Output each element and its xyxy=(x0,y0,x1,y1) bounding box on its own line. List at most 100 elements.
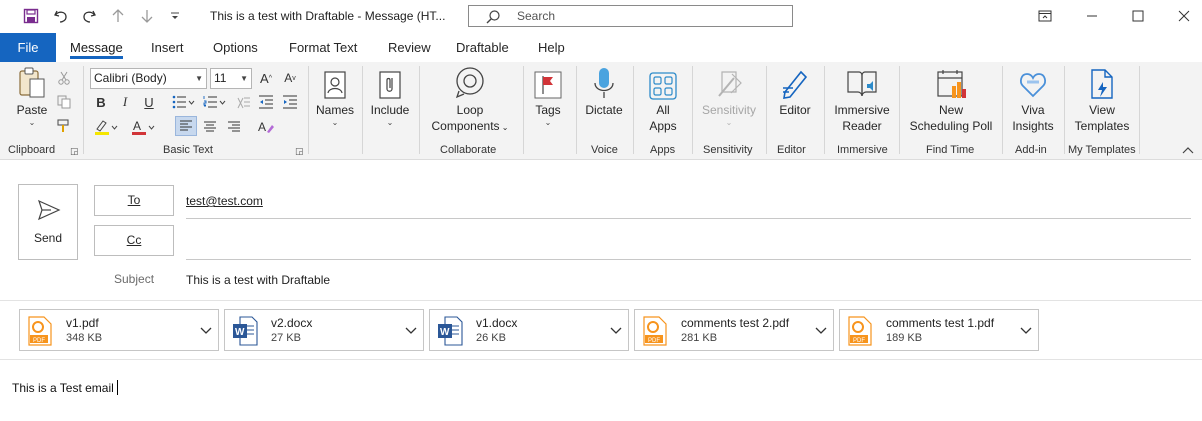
new-scheduling-poll-button[interactable]: New Scheduling Poll xyxy=(905,66,997,134)
tab-format-text[interactable]: Format Text xyxy=(289,33,357,62)
grow-font-icon[interactable]: A ^ xyxy=(256,68,276,88)
bullets-icon[interactable] xyxy=(170,92,198,112)
svg-text:A: A xyxy=(133,119,141,133)
attachment-size: 281 KB xyxy=(681,332,718,344)
loop-components-button[interactable]: Loop Components ⌄ xyxy=(424,66,516,136)
restore-icon[interactable] xyxy=(1030,5,1060,27)
window-title: This is a test with Draftable - Message … xyxy=(210,9,446,23)
numbering-icon[interactable] xyxy=(201,92,229,112)
tab-insert[interactable]: Insert xyxy=(151,33,184,62)
editor-button[interactable]: Editor xyxy=(772,66,818,118)
copy-icon[interactable] xyxy=(55,92,73,112)
send-icon xyxy=(37,199,61,224)
attachment-item[interactable]: W v1.docx 26 KB xyxy=(429,309,629,351)
include-button[interactable]: Include ⌄ xyxy=(367,66,413,128)
dictate-button[interactable]: Dictate xyxy=(581,66,627,118)
collapse-ribbon-icon[interactable] xyxy=(1182,146,1194,157)
to-button[interactable]: To xyxy=(94,185,174,216)
chevron-down-icon: ⌄ xyxy=(28,118,36,127)
format-painter-icon[interactable] xyxy=(55,116,73,136)
attachment-item[interactable]: PDF comments test 2.pdf 281 KB xyxy=(634,309,834,351)
save-icon[interactable] xyxy=(20,5,42,27)
font-size-select[interactable]: 11 ▼ xyxy=(210,68,252,89)
editor-group-label: Editor xyxy=(777,144,806,156)
align-right-icon[interactable] xyxy=(224,117,244,137)
voice-group-label: Voice xyxy=(591,144,618,156)
shrink-font-icon[interactable]: Av xyxy=(280,68,300,88)
chevron-down-icon[interactable] xyxy=(1020,324,1032,338)
include-label: Include xyxy=(370,103,410,117)
chevron-down-icon[interactable] xyxy=(200,324,212,338)
attachment-item[interactable]: PDF comments test 1.pdf 189 KB xyxy=(839,309,1039,351)
attachment-name: v1.pdf xyxy=(66,316,99,330)
dictate-label: Dictate xyxy=(585,103,623,117)
chevron-down-icon: ⌄ xyxy=(544,118,552,127)
decrease-indent-icon[interactable] xyxy=(256,92,276,112)
styles-icon[interactable]: A xyxy=(255,117,277,137)
viva-insights-icon xyxy=(1008,66,1058,100)
sensitivity-button[interactable]: Sensitivity ⌄ xyxy=(697,66,761,128)
chevron-down-icon: ⌄ xyxy=(725,118,733,127)
search-input[interactable]: Search xyxy=(468,5,793,27)
word-file-icon: W xyxy=(438,316,463,346)
font-name-select[interactable]: Calibri (Body) ▼ xyxy=(90,68,207,89)
tab-file[interactable]: File xyxy=(0,33,56,62)
viva-insights-button[interactable]: Viva Insights xyxy=(1008,66,1058,134)
subject-input[interactable]: This is a test with Draftable xyxy=(186,273,330,287)
cut-icon[interactable] xyxy=(55,68,73,88)
search-placeholder: Search xyxy=(517,9,556,23)
immersive-reader-icon xyxy=(830,66,894,100)
cc-button[interactable]: Cc xyxy=(94,225,174,256)
up-arrow-icon[interactable] xyxy=(108,5,128,27)
attachment-name: v1.docx xyxy=(476,316,518,330)
font-color-icon[interactable]: A xyxy=(128,117,158,137)
view-templates-button[interactable]: View Templates xyxy=(1070,66,1134,134)
customize-icon[interactable] xyxy=(166,5,184,27)
chevron-down-icon[interactable] xyxy=(815,324,827,338)
bold-icon[interactable]: B xyxy=(91,92,111,112)
new-scheduling-poll-label-2: Scheduling Poll xyxy=(909,119,993,133)
tab-draftable[interactable]: Draftable xyxy=(456,33,509,62)
pdf-file-icon: PDF xyxy=(643,316,667,346)
down-arrow-icon[interactable] xyxy=(137,5,157,27)
close-icon[interactable] xyxy=(1169,5,1199,27)
minimize-icon[interactable] xyxy=(1077,5,1107,27)
immersive-reader-button[interactable]: Immersive Reader xyxy=(830,66,894,134)
underline-icon[interactable]: U xyxy=(139,92,159,112)
tags-button[interactable]: Tags ⌄ xyxy=(528,66,568,128)
undo-icon[interactable] xyxy=(50,5,72,27)
tab-options[interactable]: Options xyxy=(213,33,258,62)
highlight-icon[interactable] xyxy=(91,117,121,137)
italic-icon[interactable]: I xyxy=(115,92,135,112)
basic-text-launcher-icon[interactable]: ◲ xyxy=(295,146,304,157)
names-button[interactable]: Names ⌄ xyxy=(313,66,357,128)
tags-label: Tags xyxy=(535,103,561,117)
redo-icon[interactable] xyxy=(78,5,100,27)
send-button[interactable]: Send xyxy=(18,184,78,260)
to-recipient[interactable]: test@test.com xyxy=(186,194,263,208)
address-book-icon xyxy=(313,66,357,100)
clear-formatting-icon[interactable] xyxy=(232,92,254,112)
group-divider xyxy=(766,66,767,154)
editor-pen-icon xyxy=(772,66,818,100)
align-left-icon[interactable] xyxy=(175,116,197,136)
text-cursor xyxy=(116,380,118,395)
all-apps-button[interactable]: All Apps xyxy=(640,66,686,134)
paste-button[interactable]: Paste ⌄ xyxy=(10,66,54,128)
clipboard-launcher-icon[interactable]: ◲ xyxy=(70,146,79,157)
chevron-down-icon[interactable] xyxy=(610,324,622,338)
group-divider xyxy=(523,66,524,154)
align-center-icon[interactable] xyxy=(200,117,220,137)
pdf-file-icon: PDF xyxy=(28,316,52,346)
cc-input[interactable] xyxy=(186,232,1186,252)
tab-message[interactable]: Message xyxy=(70,33,123,62)
message-body[interactable]: This is a Test email xyxy=(12,380,118,395)
attachment-item[interactable]: W v2.docx 27 KB xyxy=(224,309,424,351)
chevron-down-icon[interactable] xyxy=(405,324,417,338)
attachment-item[interactable]: PDF v1.pdf 348 KB xyxy=(19,309,219,351)
tab-review[interactable]: Review xyxy=(388,33,431,62)
tab-help[interactable]: Help xyxy=(538,33,565,62)
maximize-icon[interactable] xyxy=(1123,5,1153,27)
group-divider xyxy=(1002,66,1003,154)
increase-indent-icon[interactable] xyxy=(280,92,300,112)
